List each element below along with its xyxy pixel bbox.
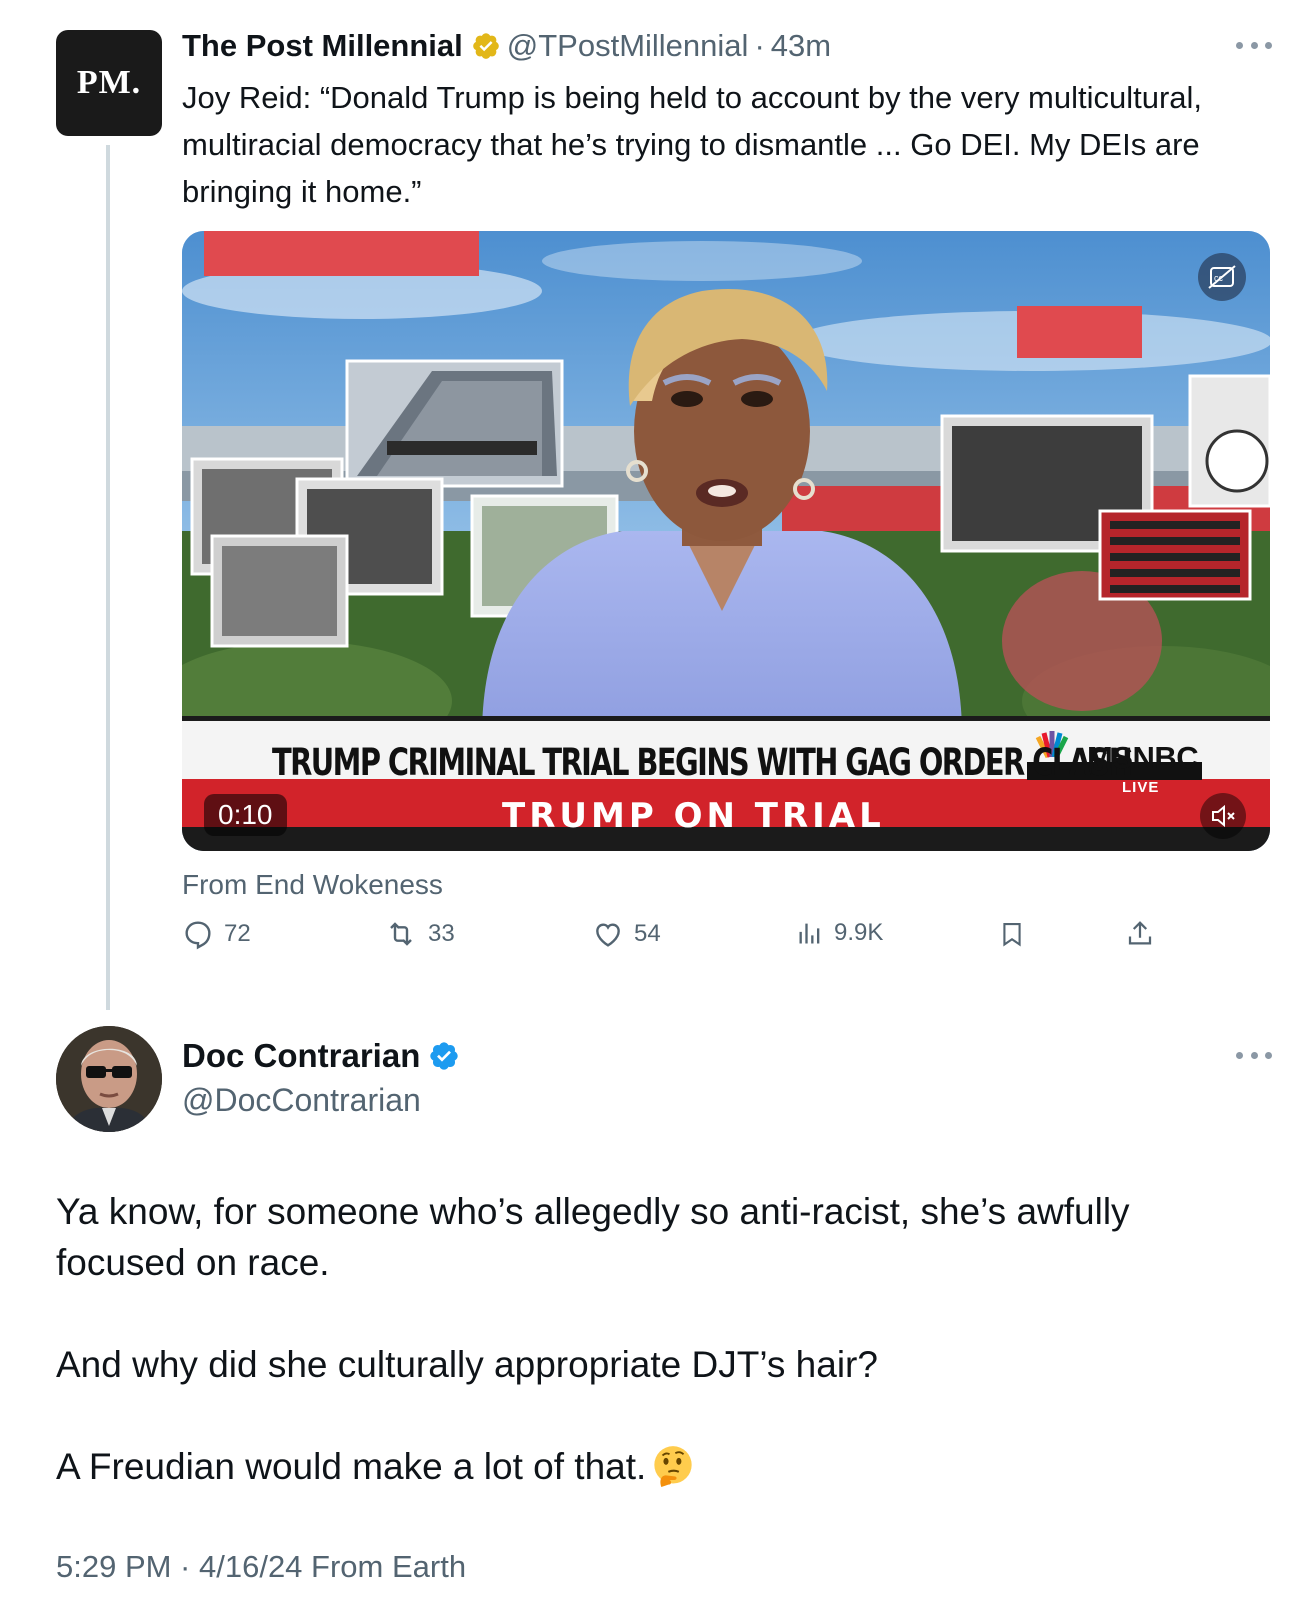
share-button[interactable] bbox=[1125, 918, 1165, 950]
video-player[interactable]: TRUMP CRIMINAL TRIAL BEGINS WITH GAG ORD… bbox=[182, 231, 1270, 851]
reply-icon bbox=[185, 921, 211, 950]
gold-check-icon bbox=[472, 33, 499, 59]
author-name[interactable]: The Post Millennial bbox=[182, 28, 463, 64]
more-icon[interactable] bbox=[1236, 42, 1272, 52]
author-handle[interactable]: @TPostMillennial bbox=[507, 28, 749, 64]
captions-off-icon: cc bbox=[1208, 265, 1236, 289]
share-icon bbox=[1128, 921, 1152, 945]
svg-text:cc: cc bbox=[1214, 273, 1224, 283]
views-button[interactable]: 9.9K bbox=[796, 918, 883, 948]
doc-contrarian-avatar[interactable] bbox=[56, 1026, 162, 1132]
parent-tweet-header: The Post Millennial @TPostMillennial · 4… bbox=[182, 26, 831, 66]
reply-button[interactable]: 72 bbox=[182, 918, 251, 950]
views-icon bbox=[799, 923, 820, 944]
captions-off-button[interactable]: cc bbox=[1198, 253, 1246, 301]
parent-tweet-text: Joy Reid: “Donald Trump is being held to… bbox=[182, 80, 1203, 209]
bookmark-button[interactable] bbox=[998, 918, 1036, 950]
like-button[interactable]: 54 bbox=[592, 918, 661, 950]
view-count: 9.9K bbox=[834, 919, 884, 946]
source-attribution[interactable]: From End Wokeness bbox=[182, 869, 443, 901]
mute-button[interactable] bbox=[1200, 793, 1246, 839]
like-count: 54 bbox=[634, 920, 661, 947]
tweet-paragraph: Ya know, for someone who’s allegedly so … bbox=[56, 1191, 1130, 1283]
thread-connector-line bbox=[106, 145, 110, 1010]
author-name[interactable]: Doc Contrarian bbox=[182, 1037, 420, 1075]
reply-count: 72 bbox=[224, 920, 251, 947]
tweet-paragraph: A Freudian would make a lot of that. bbox=[56, 1441, 1256, 1492]
author-handle[interactable]: @DocContrarian bbox=[182, 1082, 421, 1119]
repost-count: 33 bbox=[428, 920, 455, 947]
blue-check-icon bbox=[430, 1042, 459, 1070]
post-millennial-avatar[interactable]: PM. bbox=[56, 30, 162, 136]
profile-photo bbox=[56, 1026, 162, 1132]
tweet-timestamp-location[interactable]: 5:29 PM · 4/16/24 From Earth bbox=[56, 1549, 466, 1585]
tweet-paragraph-text: A Freudian would make a lot of that. bbox=[56, 1446, 647, 1487]
repost-icon bbox=[390, 922, 412, 946]
more-icon[interactable] bbox=[1236, 1052, 1272, 1062]
separator-dot: · bbox=[754, 28, 765, 63]
main-tweet-author: Doc Contrarian bbox=[182, 1037, 460, 1075]
video-duration: 0:10 bbox=[204, 794, 287, 836]
chyron-headline: TRUMP CRIMINAL TRIAL BEGINS WITH GAG ORD… bbox=[272, 741, 1133, 784]
muted-speaker-icon bbox=[1212, 804, 1235, 828]
tweet-paragraph: And why did she culturally appropriate D… bbox=[56, 1344, 878, 1385]
avatar-logo-text: PM. bbox=[76, 64, 142, 101]
repost-button[interactable]: 33 bbox=[384, 918, 455, 950]
network-logo: MSNBC bbox=[1087, 740, 1199, 775]
thinking-face-emoji bbox=[654, 1446, 692, 1487]
live-label: LIVE bbox=[1122, 779, 1160, 796]
timestamp[interactable]: 43m bbox=[771, 28, 831, 64]
chyron-subhead: TRUMP ON TRIAL bbox=[502, 796, 885, 836]
heart-icon bbox=[596, 923, 620, 947]
bookmark-icon bbox=[1003, 923, 1021, 947]
main-tweet-text: Ya know, for someone who’s allegedly so … bbox=[56, 1186, 1256, 1492]
